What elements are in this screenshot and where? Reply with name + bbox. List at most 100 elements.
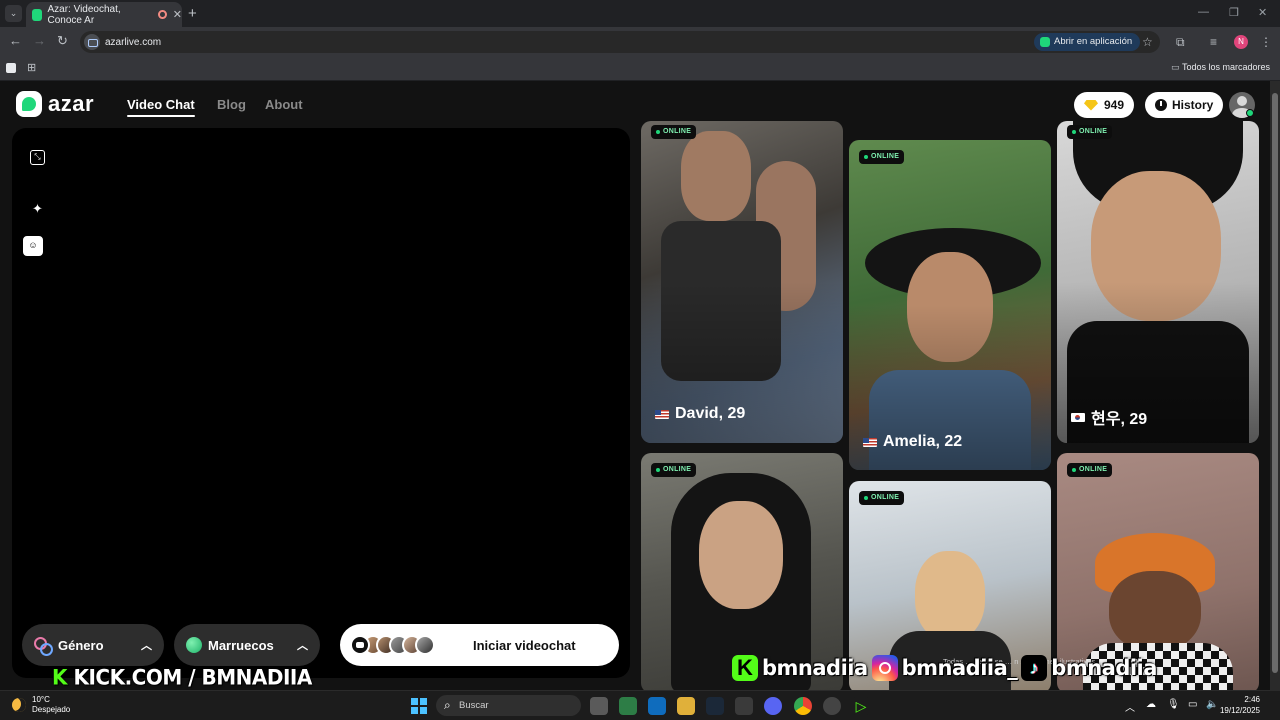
profile-card-david[interactable]: ONLINE David, 29 bbox=[641, 121, 843, 443]
tray-expand-icon[interactable]: ︿ bbox=[1125, 699, 1135, 714]
azar-logo[interactable]: azar bbox=[16, 91, 94, 117]
scrollbar-thumb[interactable] bbox=[1272, 93, 1278, 673]
wifi-icon[interactable]: ▭ bbox=[1188, 699, 1197, 710]
profile-card-hyunwoo[interactable]: ONLINE 현우, 29 bbox=[1057, 121, 1259, 443]
new-tab-button[interactable]: + bbox=[188, 5, 197, 22]
tab-azar[interactable]: Azar: Videochat, Conoce Ar ✕ bbox=[26, 2, 182, 27]
kick-icon: K bbox=[732, 655, 758, 681]
gems-count: 949 bbox=[1104, 98, 1125, 112]
profile-avatar[interactable]: N bbox=[1234, 35, 1248, 49]
weather-temp: 10°C bbox=[32, 695, 50, 704]
taskbar-search[interactable]: Buscar bbox=[436, 695, 581, 716]
clock-date: 19/12/2025 bbox=[1219, 706, 1260, 715]
tab-search-button[interactable]: ⌄ bbox=[5, 5, 22, 22]
nav-about[interactable]: About bbox=[265, 97, 303, 112]
microphone-icon[interactable]: 🎙 bbox=[1167, 699, 1180, 710]
tiktok-handle: bmnadiia bbox=[1051, 656, 1157, 680]
clock-time: 2:46 bbox=[1244, 695, 1260, 704]
kick-k: K bbox=[52, 664, 68, 690]
taskbar-clock[interactable]: 2:46 19/12/2025 bbox=[1220, 694, 1260, 716]
instagram-icon bbox=[871, 655, 898, 681]
minimize-view-icon[interactable]: ⤡ bbox=[30, 150, 45, 165]
us-flag-icon bbox=[655, 409, 669, 419]
tab-close-icon[interactable]: ✕ bbox=[173, 8, 182, 21]
url-text[interactable]: azarlive.com bbox=[105, 37, 161, 48]
history-label: History bbox=[1172, 98, 1214, 112]
obs-icon[interactable] bbox=[823, 697, 841, 715]
azar-logo-icon bbox=[16, 91, 42, 117]
address-bar[interactable] bbox=[80, 31, 1160, 53]
kick-overlay-text: K KICK.COM / BMNADIIA bbox=[52, 664, 312, 689]
start-videochat-button[interactable]: Iniciar videochat bbox=[340, 624, 619, 666]
online-badge: ONLINE bbox=[651, 125, 697, 139]
app-icon[interactable] bbox=[735, 697, 753, 715]
online-badge: ONLINE bbox=[859, 150, 905, 164]
history-button[interactable]: History bbox=[1145, 92, 1224, 118]
site-info-icon[interactable] bbox=[84, 34, 100, 50]
bookmarks-bar: ⊞ bbox=[0, 57, 1280, 81]
apps-grid-icon[interactable]: ⊞ bbox=[27, 61, 36, 74]
gender-filter-button[interactable]: Género ︿ bbox=[22, 624, 164, 666]
weather-widget[interactable]: 10°C Despejado bbox=[12, 695, 70, 715]
kr-flag-icon bbox=[1071, 412, 1085, 422]
back-icon[interactable]: ← bbox=[9, 33, 22, 48]
logo-text: azar bbox=[48, 91, 95, 116]
instagram-handle: bmnadiia_ bbox=[901, 656, 1018, 680]
gender-icon bbox=[34, 637, 53, 656]
tab-strip: ⌄ Azar: Videochat, Conoce Ar ✕ + — ❐ ✕ bbox=[0, 0, 1280, 27]
minimize-icon[interactable]: — bbox=[1198, 6, 1209, 18]
photo-figure bbox=[915, 551, 985, 641]
store-icon[interactable] bbox=[619, 697, 637, 715]
country-label: Marruecos bbox=[208, 637, 274, 653]
online-badge: ONLINE bbox=[651, 463, 697, 477]
video-panel: ⤡ ✦ ☺ Género ︿ Marruecos ︿ Iniciar video… bbox=[12, 128, 630, 678]
avatar bbox=[415, 635, 435, 655]
camera-icon bbox=[350, 635, 370, 655]
us-flag-icon bbox=[863, 437, 877, 447]
bookmark-star-icon[interactable]: ☆ bbox=[1142, 35, 1153, 49]
clock-icon bbox=[1155, 99, 1167, 111]
open-in-app-button[interactable]: Abrir en aplicación bbox=[1034, 33, 1141, 51]
card-name: 현우, 29 bbox=[1071, 405, 1147, 429]
chevron-up-icon: ︿ bbox=[297, 640, 308, 652]
kick-url: KICK.COM / BMNADIIA bbox=[73, 664, 312, 690]
face-filter-icon[interactable]: ☺ bbox=[23, 236, 43, 256]
azar-favicon-icon bbox=[32, 8, 43, 21]
bookmark-app-icon[interactable] bbox=[6, 63, 16, 73]
gems-button[interactable]: 949 bbox=[1074, 92, 1135, 118]
chrome-icon[interactable] bbox=[794, 697, 812, 715]
steam-icon[interactable] bbox=[706, 697, 724, 715]
photo-figure bbox=[681, 131, 751, 221]
online-badge: ONLINE bbox=[859, 491, 905, 505]
nav-blog[interactable]: Blog bbox=[217, 97, 246, 112]
discord-icon[interactable] bbox=[764, 697, 782, 715]
profile-card-amelia[interactable]: ONLINE Amelia, 22 bbox=[849, 140, 1051, 470]
windows-start-icon[interactable] bbox=[411, 698, 427, 714]
start-label: Iniciar videochat bbox=[473, 637, 576, 653]
forward-icon[interactable]: → bbox=[33, 33, 46, 48]
recording-icon bbox=[158, 10, 167, 19]
card-name-text: David, 29 bbox=[675, 405, 746, 422]
page-scrollbar[interactable] bbox=[1270, 81, 1280, 690]
social-handles: K bmnadiia bmnadiia_ ♪ bmnadiia bbox=[732, 655, 1157, 681]
play-icon[interactable]: ▷ bbox=[852, 697, 870, 715]
country-filter-button[interactable]: Marruecos ︿ bbox=[174, 624, 320, 666]
volume-icon[interactable]: 🔈 bbox=[1206, 699, 1218, 710]
all-bookmarks[interactable]: Todos los marcadores bbox=[1171, 62, 1270, 73]
reload-icon[interactable]: ↻ bbox=[57, 33, 68, 49]
extensions-icon[interactable]: ⧉ bbox=[1176, 35, 1185, 50]
network-cloud-icon[interactable]: ☁ bbox=[1146, 699, 1156, 710]
outlook-icon[interactable] bbox=[648, 697, 666, 715]
task-view-icon[interactable] bbox=[590, 697, 608, 715]
sparkle-effects-icon[interactable]: ✦ bbox=[30, 201, 45, 216]
card-name-text: Amelia, 22 bbox=[883, 433, 963, 450]
browser-menu-icon[interactable]: ⋮ bbox=[1260, 35, 1272, 49]
restore-icon[interactable]: ❐ bbox=[1229, 6, 1239, 19]
online-badge: ONLINE bbox=[1067, 125, 1113, 139]
file-explorer-icon[interactable] bbox=[677, 697, 695, 715]
close-window-icon[interactable]: ✕ bbox=[1258, 6, 1267, 19]
tiktok-icon: ♪ bbox=[1021, 655, 1048, 681]
nav-video-chat[interactable]: Video Chat bbox=[127, 97, 195, 117]
media-icon[interactable]: ≡ bbox=[1210, 35, 1217, 49]
tab-title: Azar: Videochat, Conoce Ar bbox=[47, 3, 121, 26]
